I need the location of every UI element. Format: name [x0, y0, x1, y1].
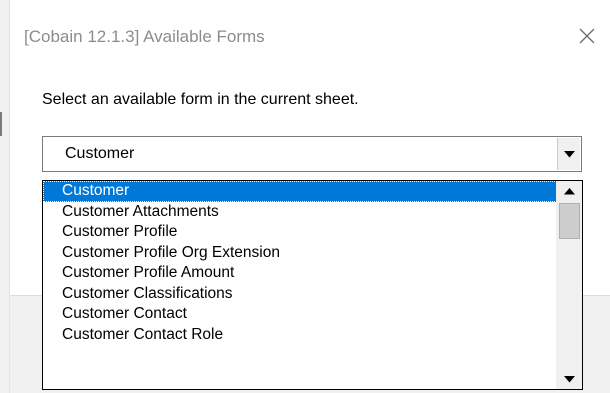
scrollbar-thumb[interactable]: [559, 203, 580, 239]
form-select-dropdown-list[interactable]: Customer Customer Attachments Customer P…: [42, 180, 583, 390]
available-forms-dialog: [Cobain 12.1.3] Available Forms Select a…: [0, 0, 610, 393]
dialog-prompt: Select an available form in the current …: [42, 91, 359, 108]
scroll-down-arrow-icon: [564, 375, 575, 382]
close-icon: [579, 28, 595, 44]
close-button[interactable]: [564, 16, 610, 56]
list-item[interactable]: Customer Contact Role: [43, 325, 557, 346]
list-item[interactable]: Customer Profile Org Extension: [43, 243, 557, 264]
background-window-edge: [0, 0, 10, 393]
form-select-combobox[interactable]: Customer: [42, 136, 582, 172]
scroll-up-button[interactable]: [558, 181, 581, 201]
form-options-list: Customer Customer Attachments Customer P…: [43, 181, 557, 389]
scroll-down-button[interactable]: [558, 369, 581, 389]
list-item[interactable]: Customer Contact: [43, 304, 557, 325]
dialog-title: [Cobain 12.1.3] Available Forms: [24, 27, 265, 46]
list-item[interactable]: Customer Profile: [43, 222, 557, 243]
scroll-up-arrow-icon: [564, 187, 575, 194]
list-item[interactable]: Customer Profile Amount: [43, 263, 557, 284]
list-item[interactable]: Customer: [43, 181, 557, 202]
list-item[interactable]: Customer Attachments: [43, 202, 557, 223]
list-item[interactable]: Customer Classifications: [43, 284, 557, 305]
background-window-marker: [0, 112, 2, 136]
form-select-dropdown-button[interactable]: [557, 138, 580, 170]
form-select-value: Customer: [65, 145, 135, 162]
dialog-titlebar: [Cobain 12.1.3] Available Forms: [10, 0, 610, 72]
chevron-down-icon: [563, 150, 575, 157]
list-scrollbar[interactable]: [556, 181, 582, 389]
